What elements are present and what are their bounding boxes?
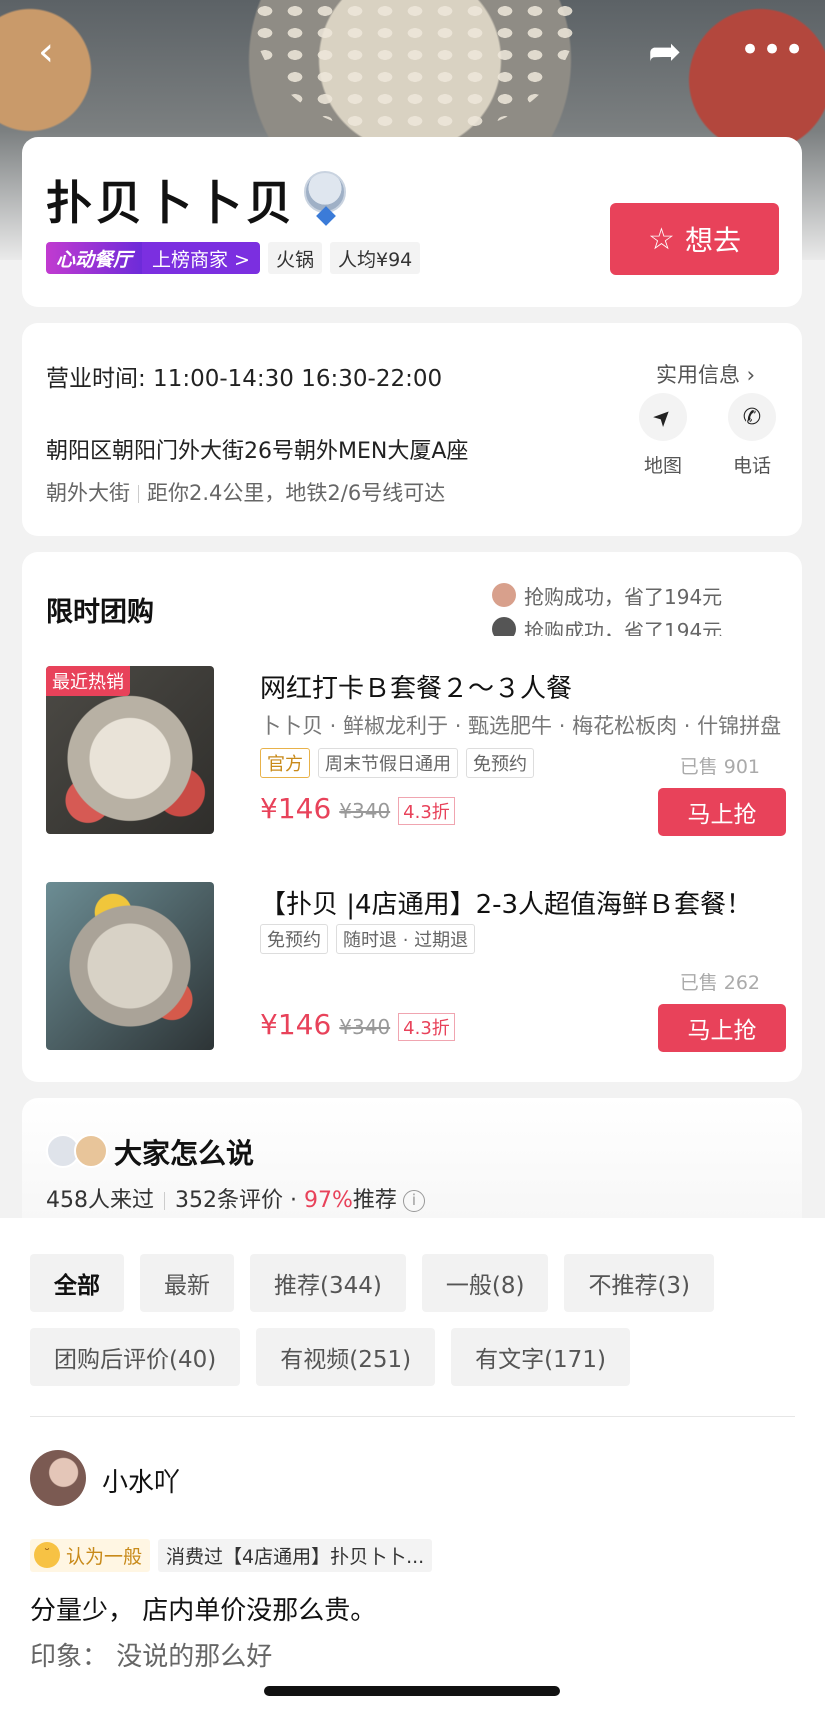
deal-name: 【扑贝 |4店通用】2-3人超值海鲜Ｂ套餐！ (260, 890, 753, 920)
recommend-label: 推荐 (352, 1188, 397, 1213)
ranking-tag[interactable]: 心动餐厅 上榜商家 > (46, 242, 260, 274)
purchase-ticker: 抢购成功，省了194元 抢购成功，省了194元 (492, 578, 792, 636)
shop-header-card: 扑贝卜卜贝 心动餐厅 上榜商家 > 火锅 人均¥94 ☆ 想去 (22, 137, 802, 307)
deal-description: 卜卜贝 · 鲜椒龙利于 · 甄选肥牛 · 梅花松板肉 · 什锦拼盘 (260, 714, 782, 738)
recommend-percent: 97% (304, 1188, 353, 1213)
deal-tag: 周末节假日通用 (318, 748, 458, 778)
avatar (492, 617, 516, 636)
phone-icon: ✆ (742, 404, 762, 430)
deal-item[interactable]: 【扑贝 |4店通用】2-3人超值海鲜Ｂ套餐！ 免预约 随时退 · 过期退 已售 … (46, 882, 786, 1052)
review-meta: ˘ 认为一般 消费过【4店通用】扑贝卜卜... (30, 1538, 433, 1572)
deal-tag: 免预约 (260, 924, 328, 954)
original-price: ¥340 (339, 1015, 391, 1039)
want-to-go-label: 想去 (684, 224, 741, 257)
group-buy-card: 限时团购 抢购成功，省了194元 抢购成功，省了194元 最近热销 网红打卡Ｂ套… (22, 552, 802, 1082)
ticker-item: 抢购成功，省了194元 (492, 578, 792, 612)
divider (164, 1192, 165, 1210)
filter-latest[interactable]: 最新 (140, 1254, 234, 1312)
deal-tags: 官方 周末节假日通用 免预约 (260, 748, 534, 778)
deal-price: ¥146 ¥340 4.3折 (260, 1008, 455, 1041)
review-stats: 458人来过 352条评价 · 97%推荐 i (46, 1182, 425, 1214)
deal-tag: 随时退 · 过期退 (336, 924, 476, 954)
address[interactable]: 朝阳区朝阳门外大街26号朝外MEN大厦A座 (46, 433, 468, 465)
dot-separator: · (290, 1188, 297, 1213)
hot-sale-badge: 最近热销 (46, 666, 130, 696)
ranking-tag-label: 上榜商家 > (142, 242, 260, 274)
info-icon[interactable]: i (402, 1190, 425, 1212)
address-detail: 朝外大街 距你2.4公里，地铁2/6号线可达 (46, 477, 445, 507)
reviews-header: 大家怎么说 458人来过 352条评价 · 97%推荐 i (22, 1098, 802, 1218)
want-to-go-button[interactable]: ☆ 想去 (610, 203, 779, 275)
shop-name: 扑贝卜卜贝 (46, 176, 296, 230)
grab-now-button[interactable]: 马上抢 (658, 788, 786, 836)
deal-name: 网红打卡Ｂ套餐２～３人餐 (260, 674, 573, 704)
discount-badge: 4.3折 (398, 797, 455, 825)
navigation-arrow-icon: ➤ (647, 401, 679, 433)
reviews-title: 大家怎么说 (114, 1137, 255, 1170)
opinion-label: 认为一般 (66, 1545, 143, 1568)
avg-price-tag: 人均¥94 (330, 242, 421, 274)
deal-image[interactable]: 最近热销 (46, 666, 214, 834)
area-name: 朝外大街 (46, 481, 130, 505)
map-label: 地图 (644, 455, 683, 477)
ticker-item: 抢购成功，省了194元 (492, 612, 792, 636)
more-icon[interactable]: ••• (740, 28, 806, 72)
filter-all[interactable]: 全部 (30, 1254, 124, 1312)
reviewer-avatars (46, 1134, 108, 1168)
share-icon[interactable]: ➦ (648, 30, 682, 74)
deal-tag: 免预约 (466, 748, 534, 778)
official-tag: 官方 (260, 748, 310, 778)
hero-food-texture (250, 0, 580, 130)
business-hours: 营业时间: 11:00-14:30 16:30-22:00 (46, 366, 443, 392)
phone-button[interactable]: ✆ (728, 393, 776, 441)
map-button[interactable]: ➤ (639, 393, 687, 441)
neutral-face-icon: ˘ (34, 1542, 60, 1568)
review-filters: 全部 最新 推荐(344) 一般(8) 不推荐(3) 团购后评价(40) 有视频… (30, 1254, 800, 1386)
ranking-tag-brand: 心动餐厅 (46, 242, 143, 274)
back-icon[interactable]: ‹ (38, 30, 54, 74)
review-text: 分量少， 店内单价没那么贵。 (30, 1596, 377, 1626)
reviews-section: 全部 最新 推荐(344) 一般(8) 不推荐(3) 团购后评价(40) 有视频… (0, 1218, 825, 1712)
purchased-deal-tag[interactable]: 消费过【4店通用】扑贝卜卜... (158, 1538, 433, 1572)
filter-after-group-buy[interactable]: 团购后评价(40) (30, 1328, 241, 1386)
deal-price: ¥146 ¥340 4.3折 (260, 792, 455, 825)
phone-label: 电话 (733, 455, 772, 477)
shop-info-card: 营业时间: 11:00-14:30 16:30-22:00 实用信息 › 朝阳区… (22, 323, 802, 536)
practical-info-link[interactable]: 实用信息 › (656, 359, 755, 389)
divider (138, 485, 139, 503)
filter-recommend[interactable]: 推荐(344) (250, 1254, 406, 1312)
avatar (74, 1134, 108, 1168)
filter-average[interactable]: 一般(8) (421, 1254, 549, 1312)
sold-count: 已售 901 (679, 756, 760, 778)
current-price: ¥146 (260, 792, 332, 825)
category-tag: 火锅 (267, 242, 322, 274)
deal-image[interactable] (46, 882, 214, 1050)
review-count: 352条评价 (175, 1188, 283, 1213)
current-price: ¥146 (260, 1008, 332, 1041)
filter-not-recommend[interactable]: 不推荐(3) (564, 1254, 715, 1312)
star-icon: ☆ (648, 221, 675, 257)
group-buy-title: 限时团购 (46, 597, 154, 628)
reviewer-avatar[interactable] (30, 1450, 86, 1506)
reviewer-name[interactable]: 小水吖 (102, 1462, 180, 1499)
deal-item[interactable]: 最近热销 网红打卡Ｂ套餐２～３人餐 卜卜贝 · 鲜椒龙利于 · 甄选肥牛 · 梅… (46, 666, 786, 836)
avatar (492, 583, 516, 607)
section-divider (30, 1416, 795, 1417)
filter-with-text[interactable]: 有文字(171) (451, 1328, 630, 1386)
original-price: ¥340 (339, 799, 391, 823)
distance-text: 距你2.4公里，地铁2/6号线可达 (147, 481, 446, 505)
medal-badge-icon[interactable] (304, 171, 346, 213)
home-indicator[interactable] (264, 1686, 560, 1696)
deal-tags: 免预约 随时退 · 过期退 (260, 924, 476, 954)
visited-count: 458人来过 (46, 1188, 154, 1213)
review-impression: 印象： 没说的那么好 (30, 1642, 273, 1672)
sold-count: 已售 262 (679, 972, 760, 994)
grab-now-button[interactable]: 马上抢 (658, 1004, 786, 1052)
filter-with-video[interactable]: 有视频(251) (256, 1328, 436, 1386)
shop-tags: 心动餐厅 上榜商家 > 火锅 人均¥94 (46, 242, 421, 274)
discount-badge: 4.3折 (398, 1013, 455, 1041)
opinion-badge: ˘ 认为一般 (30, 1538, 151, 1572)
